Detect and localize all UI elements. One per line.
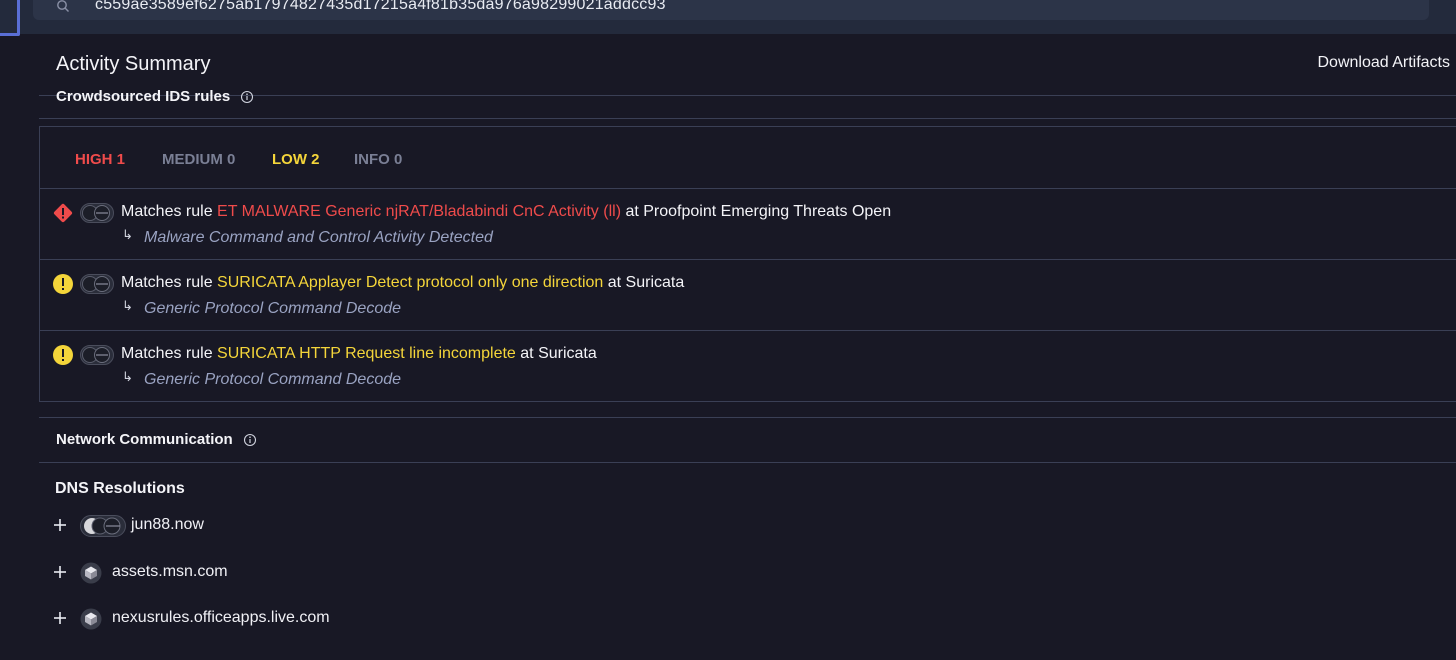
tab-low[interactable]: LOW 2 bbox=[272, 151, 320, 168]
top-bar: c559ae3589ef6275ab17974827435d17215a4f81… bbox=[0, 0, 1456, 36]
ids-rule-row: Matches rule SURICATA HTTP Request line … bbox=[40, 331, 1456, 402]
expand-plus-icon[interactable] bbox=[51, 609, 69, 627]
toggle-icon[interactable] bbox=[80, 203, 114, 223]
toggle-icon[interactable] bbox=[80, 345, 114, 365]
ids-rules-panel: HIGH 1 MEDIUM 0 LOW 2 INFO 0 Matches rul… bbox=[39, 126, 1456, 402]
rule-name-link[interactable]: ET MALWARE Generic njRAT/Bladabindi CnC … bbox=[217, 203, 621, 220]
rule-suffix: at Suricata bbox=[607, 274, 685, 291]
divider bbox=[39, 462, 1456, 463]
dns-host-link[interactable]: nexusrules.officeapps.live.com bbox=[112, 609, 330, 627]
rule-category: Malware Command and Control Activity Det… bbox=[144, 229, 493, 246]
high-severity-icon bbox=[53, 203, 73, 223]
cube-icon bbox=[80, 562, 102, 584]
dns-host-link[interactable]: assets.msn.com bbox=[112, 563, 228, 581]
dns-row: jun88.now bbox=[51, 512, 751, 540]
rule-description: Matches rule SURICATA Applayer Detect pr… bbox=[121, 274, 684, 292]
left-accent bbox=[0, 0, 20, 36]
rule-suffix: at Proofpoint Emerging Threats Open bbox=[625, 203, 892, 220]
network-section-header: Network Communication bbox=[56, 431, 257, 448]
expand-plus-icon[interactable] bbox=[51, 516, 69, 534]
tab-info[interactable]: INFO 0 bbox=[354, 151, 402, 168]
rule-prefix: Matches rule bbox=[121, 345, 213, 362]
page-title: Activity Summary bbox=[56, 53, 211, 75]
search-icon bbox=[57, 0, 69, 12]
ids-title: Crowdsourced IDS rules bbox=[56, 88, 231, 105]
dns-resolutions-title: DNS Resolutions bbox=[55, 480, 185, 497]
low-severity-icon bbox=[53, 274, 73, 294]
severity-tabs: HIGH 1 MEDIUM 0 LOW 2 INFO 0 bbox=[40, 127, 1456, 189]
tab-high[interactable]: HIGH 1 bbox=[75, 151, 125, 168]
dns-row: assets.msn.com bbox=[51, 559, 751, 587]
dns-host-link[interactable]: jun88.now bbox=[131, 516, 204, 534]
dns-row: nexusrules.officeapps.live.com bbox=[51, 605, 751, 633]
rule-prefix: Matches rule bbox=[121, 203, 213, 220]
cube-icon bbox=[80, 608, 102, 630]
rule-category: Generic Protocol Command Decode bbox=[144, 300, 402, 317]
rule-category: Generic Protocol Command Decode bbox=[144, 371, 402, 388]
ids-rule-row: Matches rule ET MALWARE Generic njRAT/Bl… bbox=[40, 189, 1456, 260]
divider bbox=[39, 417, 1456, 418]
network-title: Network Communication bbox=[56, 431, 233, 448]
rule-description: Matches rule ET MALWARE Generic njRAT/Bl… bbox=[121, 203, 891, 221]
expand-plus-icon[interactable] bbox=[51, 563, 69, 581]
rule-description: Matches rule SURICATA HTTP Request line … bbox=[121, 345, 597, 363]
download-artifacts-button[interactable]: Download Artifacts bbox=[1317, 54, 1450, 72]
ids-section-header: Crowdsourced IDS rules bbox=[56, 86, 254, 106]
divider bbox=[39, 118, 1456, 119]
rule-name-link[interactable]: SURICATA HTTP Request line incomplete bbox=[217, 345, 516, 362]
main-content: Activity Summary Download Artifacts Crow… bbox=[39, 34, 1456, 660]
info-icon[interactable] bbox=[240, 90, 254, 104]
rule-prefix: Matches rule bbox=[121, 274, 213, 291]
rule-suffix: at Suricata bbox=[520, 345, 597, 362]
toggle-icon[interactable] bbox=[80, 515, 126, 537]
sub-arrow-icon: ↳ bbox=[122, 298, 133, 313]
info-icon[interactable] bbox=[243, 433, 257, 447]
search-value[interactable]: c559ae3589ef6275ab17974827435d17215a4f81… bbox=[95, 0, 666, 14]
sub-arrow-icon: ↳ bbox=[122, 369, 133, 384]
low-severity-icon bbox=[53, 345, 73, 365]
search-input[interactable]: c559ae3589ef6275ab17974827435d17215a4f81… bbox=[33, 0, 1429, 20]
ids-rule-row: Matches rule SURICATA Applayer Detect pr… bbox=[40, 260, 1456, 331]
toggle-icon[interactable] bbox=[80, 274, 114, 294]
sub-arrow-icon: ↳ bbox=[122, 227, 133, 242]
rule-name-link[interactable]: SURICATA Applayer Detect protocol only o… bbox=[217, 274, 603, 291]
tab-medium[interactable]: MEDIUM 0 bbox=[162, 151, 235, 168]
